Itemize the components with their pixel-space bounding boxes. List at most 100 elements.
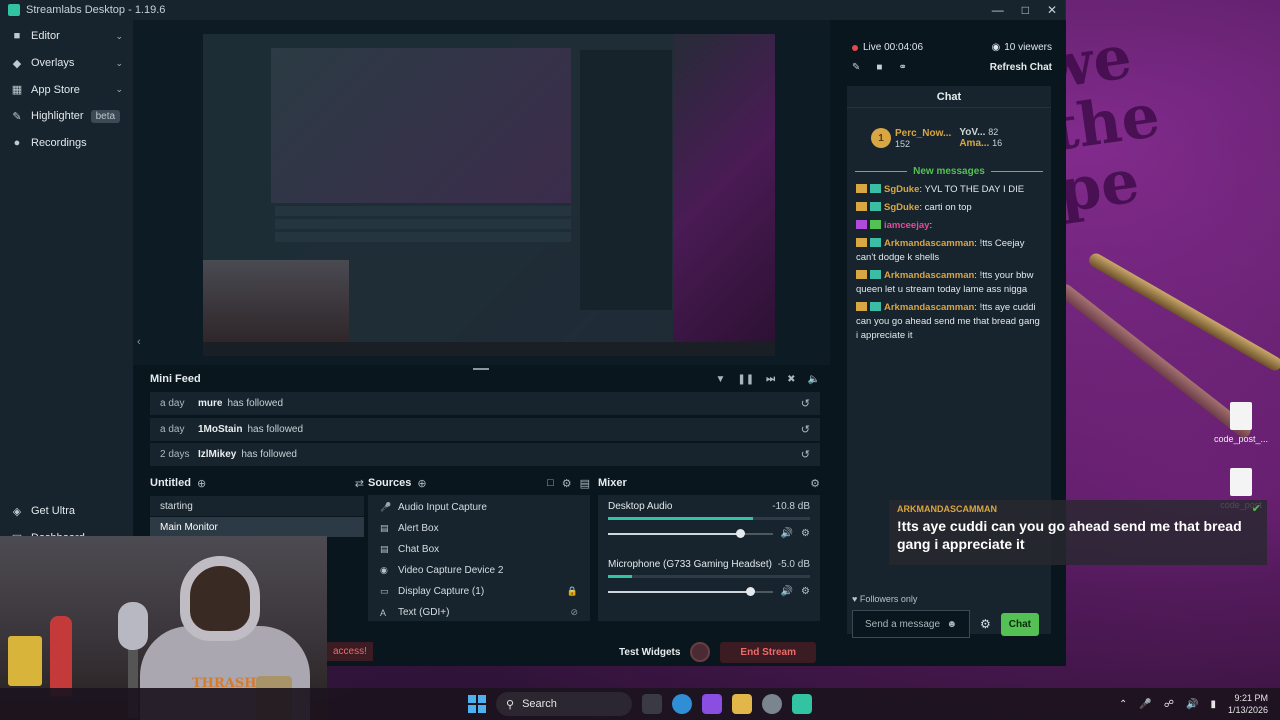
file-icon	[1230, 468, 1252, 496]
chevron-down-icon: ⌄	[115, 30, 123, 41]
collapse-sidebar-chevron-icon[interactable]: ‹	[137, 336, 141, 348]
mixer-settings-icon[interactable]: ⚙	[810, 477, 820, 490]
edit-stream-icon[interactable]: ✎	[852, 62, 860, 73]
add-scene-icon[interactable]: ⊕	[197, 477, 206, 490]
edge-browser-icon[interactable]	[672, 694, 692, 714]
volume-slider[interactable]	[608, 586, 773, 596]
record-icon[interactable]: ■	[876, 62, 882, 73]
settings-gear-icon[interactable]	[762, 694, 782, 714]
preview-nested-feed	[275, 206, 571, 245]
task-view-icon[interactable]	[642, 694, 662, 714]
scene-item-starting[interactable]: starting	[150, 496, 364, 516]
windows-start-icon[interactable]	[468, 695, 486, 713]
mute-alerts-icon[interactable]: ✖	[787, 374, 795, 385]
test-widgets-toggle[interactable]	[690, 642, 711, 662]
subscriber-badge-icon	[856, 202, 867, 211]
source-item[interactable]: ▤ Chat Box	[368, 539, 590, 560]
followers-only-indicator: ♥ Followers only	[852, 594, 918, 604]
chat-username[interactable]: Arkmandascamman	[884, 302, 974, 313]
source-item[interactable]: ▤ Alert Box	[368, 518, 590, 539]
replay-icon[interactable]: ↺	[801, 448, 810, 461]
chat-badge-icon	[870, 202, 881, 211]
preview-taskbar	[203, 342, 775, 356]
desktop-file-1[interactable]: code_post_...	[1206, 402, 1276, 444]
minimize-icon[interactable]: —	[992, 3, 1004, 17]
test-widgets-button[interactable]: Test Widgets	[619, 647, 680, 658]
battery-icon[interactable]: ▮	[1210, 699, 1216, 710]
volume-slider[interactable]	[608, 528, 773, 538]
new-messages-divider: New messages	[855, 166, 1043, 177]
speaker-icon[interactable]: 🔊	[781, 528, 793, 539]
stream-preview[interactable]	[203, 34, 775, 356]
volume-icon[interactable]: 🔈	[808, 374, 820, 385]
mic-tray-icon[interactable]: 🎤	[1139, 699, 1151, 710]
chat-badge-icon	[870, 220, 881, 229]
source-item[interactable]: A Text (GDI+) ⊘	[368, 602, 590, 623]
chat-message: SgDuke: YVL TO THE DAY I DIE	[847, 181, 1051, 199]
chat-settings-icon[interactable]: ⚙	[980, 617, 991, 631]
emote-icon[interactable]: ☻	[946, 619, 957, 630]
scene-item-main-monitor[interactable]: Main Monitor	[150, 517, 364, 537]
refresh-chat-button[interactable]: Refresh Chat	[990, 62, 1052, 73]
chat-username[interactable]: SgDuke	[884, 202, 919, 213]
bottle-object	[50, 616, 72, 696]
feed-row: 2 days IzlMikey has followed ↺	[150, 443, 820, 466]
volume-tray-icon[interactable]: 🔊	[1186, 699, 1198, 710]
source-tools-icon[interactable]: □	[547, 477, 554, 490]
source-item[interactable]: ▭ Display Capture (1) 🔒	[368, 581, 590, 602]
add-source-icon[interactable]: ⊕	[417, 477, 426, 490]
maximize-icon[interactable]: □	[1022, 3, 1029, 17]
live-dot-icon	[852, 44, 858, 51]
search-icon: ⚲	[506, 698, 515, 711]
replay-icon[interactable]: ↺	[801, 397, 810, 410]
file-explorer-icon[interactable]	[732, 694, 752, 714]
copilot-icon[interactable]	[702, 694, 722, 714]
speaker-icon[interactable]: 🔊	[781, 586, 793, 597]
pause-icon[interactable]: ❚❚	[737, 374, 754, 385]
chat-username[interactable]: Arkmandascamman	[884, 238, 974, 249]
source-item[interactable]: ◉ Video Capture Device 2	[368, 560, 590, 581]
replay-icon[interactable]: ↺	[801, 423, 810, 436]
chevron-up-icon[interactable]: ⌃	[1119, 699, 1127, 710]
hidden-eye-icon[interactable]: ⊘	[570, 607, 578, 618]
lock-icon[interactable]: 🔒	[567, 586, 578, 597]
sidebar-item-recordings[interactable]: ● Recordings	[0, 130, 133, 157]
sidebar-item-app-store[interactable]: ▦ App Store ⌄	[0, 76, 133, 103]
network-icon[interactable]: ☍	[1164, 699, 1174, 710]
streamlabs-logo-icon	[8, 4, 20, 16]
streamlabs-taskbar-icon[interactable]	[792, 694, 812, 714]
windows-taskbar: ⚲ Search ⌃ 🎤 ☍ 🔊 ▮ 9:21 PM 1/13/2026	[0, 688, 1280, 720]
chat-username[interactable]: iamceejay	[884, 220, 929, 231]
sidebar-item-highlighter[interactable]: ✎ Highlighter beta	[0, 103, 133, 130]
close-icon[interactable]: ✕	[1047, 3, 1057, 17]
source-folder-icon[interactable]: ▤	[580, 477, 590, 490]
source-settings-icon[interactable]: ⚙	[562, 477, 572, 490]
mixer-channel-microphone: Microphone (G733 Gaming Headset) -5.0 dB…	[608, 559, 810, 597]
sidebar-item-get-ultra[interactable]: ◈ Get Ultra	[0, 498, 133, 525]
end-stream-button[interactable]: End Stream	[720, 641, 816, 663]
filter-icon[interactable]: ▼	[715, 374, 725, 385]
source-list: 🎤 Audio Input Capture ▤ Alert Box ▤ Chat…	[368, 495, 590, 621]
skip-icon[interactable]: ⏭	[766, 374, 775, 385]
highlighter-icon: ✎	[12, 110, 22, 123]
scene-transitions-icon[interactable]: ⇄	[355, 477, 364, 490]
subscriber-badge-icon	[856, 238, 867, 247]
chat-username[interactable]: Arkmandascamman	[884, 270, 974, 281]
sidebar-item-editor[interactable]: ■ Editor ⌄	[0, 23, 133, 50]
mixer-channel-desktop: Desktop Audio -10.8 dB 🔊 ⚙	[608, 501, 810, 539]
sidebar-item-overlays[interactable]: ◆ Overlays ⌄	[0, 50, 133, 77]
chevron-down-icon: ⌄	[115, 57, 123, 68]
share-icon[interactable]: ⚭	[898, 62, 906, 73]
chat-username[interactable]: SgDuke	[884, 184, 919, 195]
taskbar-clock[interactable]: 9:21 PM 1/13/2026	[1228, 692, 1268, 716]
scenes-panel: Untitled ⊕ ⇄ starting Main Monitor	[150, 471, 364, 537]
channel-settings-icon[interactable]: ⚙	[801, 586, 810, 597]
feed-row: a day mure has followed ↺	[150, 392, 820, 415]
send-chat-button[interactable]: Chat	[1000, 612, 1039, 636]
chat-message-input[interactable]: Send a message ☻	[852, 610, 970, 638]
chat-text: carti on top	[924, 202, 972, 213]
subscriber-badge-icon	[856, 302, 867, 311]
taskbar-search[interactable]: ⚲ Search	[496, 692, 632, 716]
channel-settings-icon[interactable]: ⚙	[801, 528, 810, 539]
source-item[interactable]: 🎤 Audio Input Capture	[368, 497, 590, 518]
